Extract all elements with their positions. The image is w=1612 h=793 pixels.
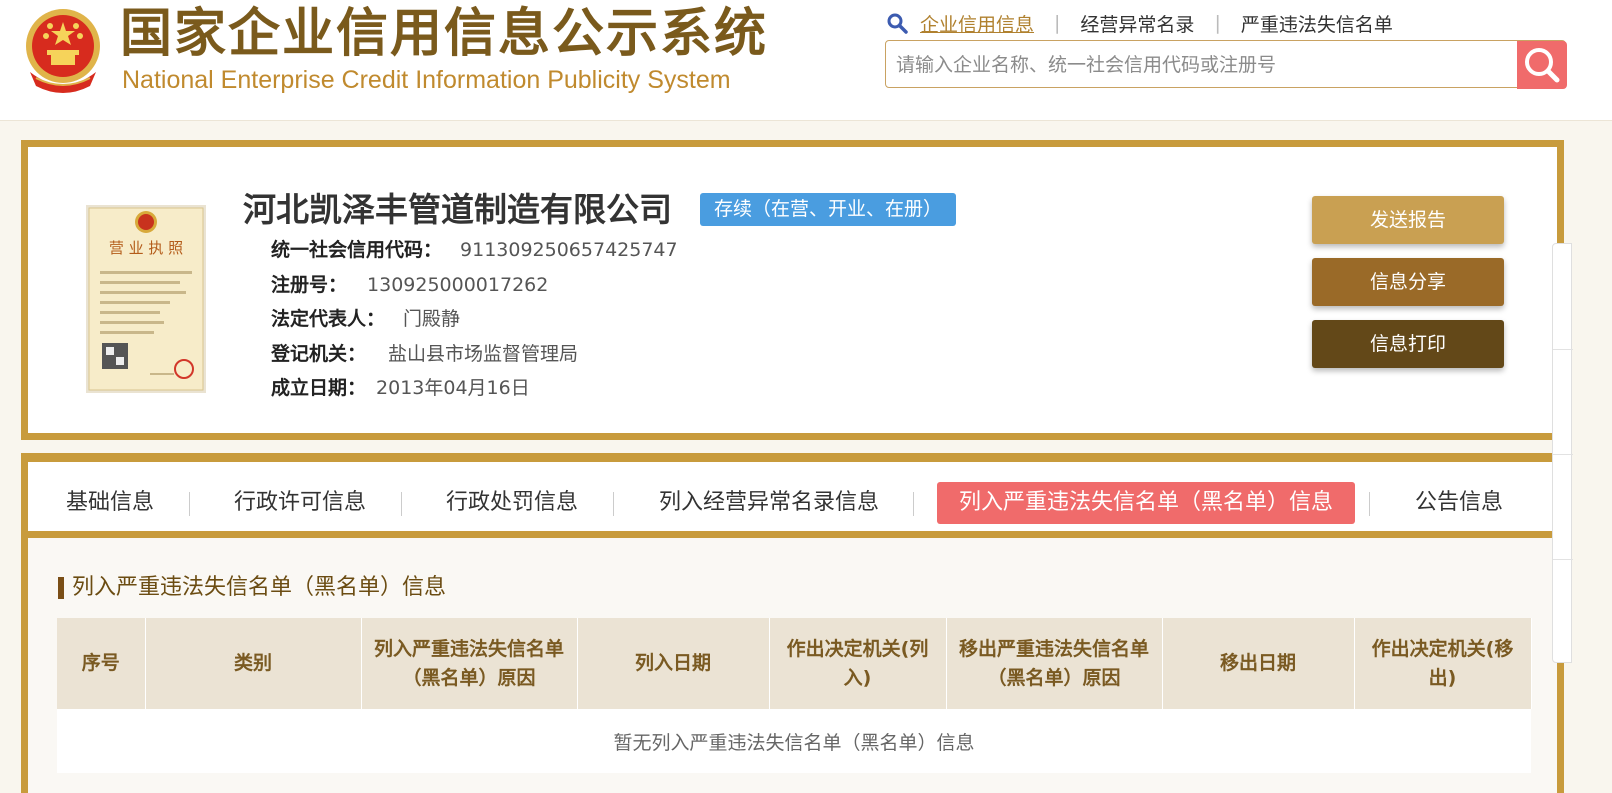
legal-rep-value: 门殿静 — [403, 308, 461, 330]
established-value: 2013年04月16日 — [376, 377, 530, 399]
svg-text:营 业 执 照: 营 业 执 照 — [109, 239, 183, 257]
table-row: 暂无列入严重违法失信名单（黑名单）信息 — [57, 709, 1531, 773]
tab-blacklist[interactable]: 列入严重违法失信名单（黑名单）信息 — [937, 482, 1356, 524]
credit-code-value: 911309250657425747 — [460, 239, 678, 261]
info-row-reg-no: 注册号： 130925000017262 — [271, 268, 548, 302]
tab-admin-license[interactable]: 行政许可信息 — [234, 482, 366, 524]
national-emblem-icon — [26, 9, 100, 93]
table-header-row: 序号 类别 列入严重违法失信名单（黑名单）原因 列入日期 作出决定机关(列入) … — [57, 618, 1532, 709]
info-row-credit-code: 统一社会信用代码： 911309250657425747 — [271, 233, 678, 267]
business-license-image: 营 业 执 照 — [86, 205, 206, 393]
divider: | — [1214, 12, 1221, 34]
tab-divider — [401, 492, 402, 516]
tab-divider — [913, 492, 914, 516]
col-header: 移出严重违法失信名单（黑名单）原因 — [946, 618, 1163, 709]
search-input[interactable] — [894, 41, 1518, 89]
search-box — [885, 40, 1566, 89]
field-label: 登记机关： — [271, 343, 367, 365]
search-icon — [1525, 48, 1560, 83]
send-report-button[interactable]: 发送报告 — [1312, 196, 1504, 244]
tab-announcements[interactable]: 公告信息 — [1415, 482, 1503, 524]
floating-side-toolbar[interactable] — [1552, 243, 1573, 663]
link-enterprise-credit[interactable]: 企业信用信息 — [920, 10, 1034, 37]
tab-basic-info[interactable]: 基础信息 — [66, 482, 154, 524]
share-info-button[interactable]: 信息分享 — [1312, 258, 1504, 306]
tab-admin-penalty[interactable]: 行政处罚信息 — [446, 482, 578, 524]
col-header: 作出决定机关(移出) — [1354, 618, 1532, 709]
divider: | — [1054, 12, 1061, 34]
col-header: 移出日期 — [1162, 618, 1355, 709]
col-header: 列入严重违法失信名单（黑名单）原因 — [361, 618, 578, 709]
empty-state-message: 暂无列入严重违法失信名单（黑名单）信息 — [57, 709, 1531, 773]
link-abnormal-list[interactable]: 经营异常名录 — [1080, 10, 1194, 37]
blacklist-table: 序号 类别 列入严重违法失信名单（黑名单）原因 列入日期 作出决定机关(列入) … — [57, 618, 1532, 773]
magnifier-icon — [887, 13, 908, 34]
authority-value: 盐山县市场监督管理局 — [388, 343, 579, 365]
site-header: 国家企业信用信息公示系统 National Enterprise Credit … — [0, 0, 1612, 121]
col-header: 列入日期 — [577, 618, 770, 709]
section-marker — [58, 577, 64, 599]
col-header: 类别 — [145, 618, 362, 709]
brand-title-en: National Enterprise Credit Information P… — [122, 66, 731, 94]
tab-abnormal-list[interactable]: 列入经营异常名录信息 — [659, 482, 879, 524]
info-row-authority: 登记机关： 盐山县市场监督管理局 — [271, 337, 578, 371]
field-label: 法定代表人： — [271, 308, 386, 330]
brand-title-cn: 国家企业信用信息公示系统 — [120, 4, 769, 64]
field-label: 注册号： — [271, 274, 348, 296]
col-header: 序号 — [57, 618, 146, 709]
search-button[interactable] — [1517, 41, 1567, 89]
tab-divider — [189, 492, 190, 516]
field-label: 统一社会信用代码： — [271, 239, 443, 261]
status-badge: 存续（在营、开业、在册） — [700, 193, 957, 226]
link-blacklist[interactable]: 严重违法失信名单 — [1241, 10, 1393, 37]
field-label: 成立日期： — [271, 377, 367, 399]
section-title: 列入严重违法失信名单（黑名单）信息 — [72, 575, 447, 600]
col-header: 作出决定机关(列入) — [769, 618, 947, 709]
top-nav: 企业信用信息 | 经营异常名录 | 严重违法失信名单 — [886, 8, 1393, 38]
info-row-legal-rep: 法定代表人： 门殿静 — [271, 302, 460, 336]
print-info-button[interactable]: 信息打印 — [1312, 320, 1504, 368]
info-row-established: 成立日期： 2013年04月16日 — [271, 371, 530, 405]
tab-divider — [613, 492, 614, 516]
tab-divider — [1369, 492, 1370, 516]
company-name: 河北凯泽丰管道制造有限公司 — [243, 190, 672, 229]
reg-no-value: 130925000017262 — [367, 274, 549, 296]
